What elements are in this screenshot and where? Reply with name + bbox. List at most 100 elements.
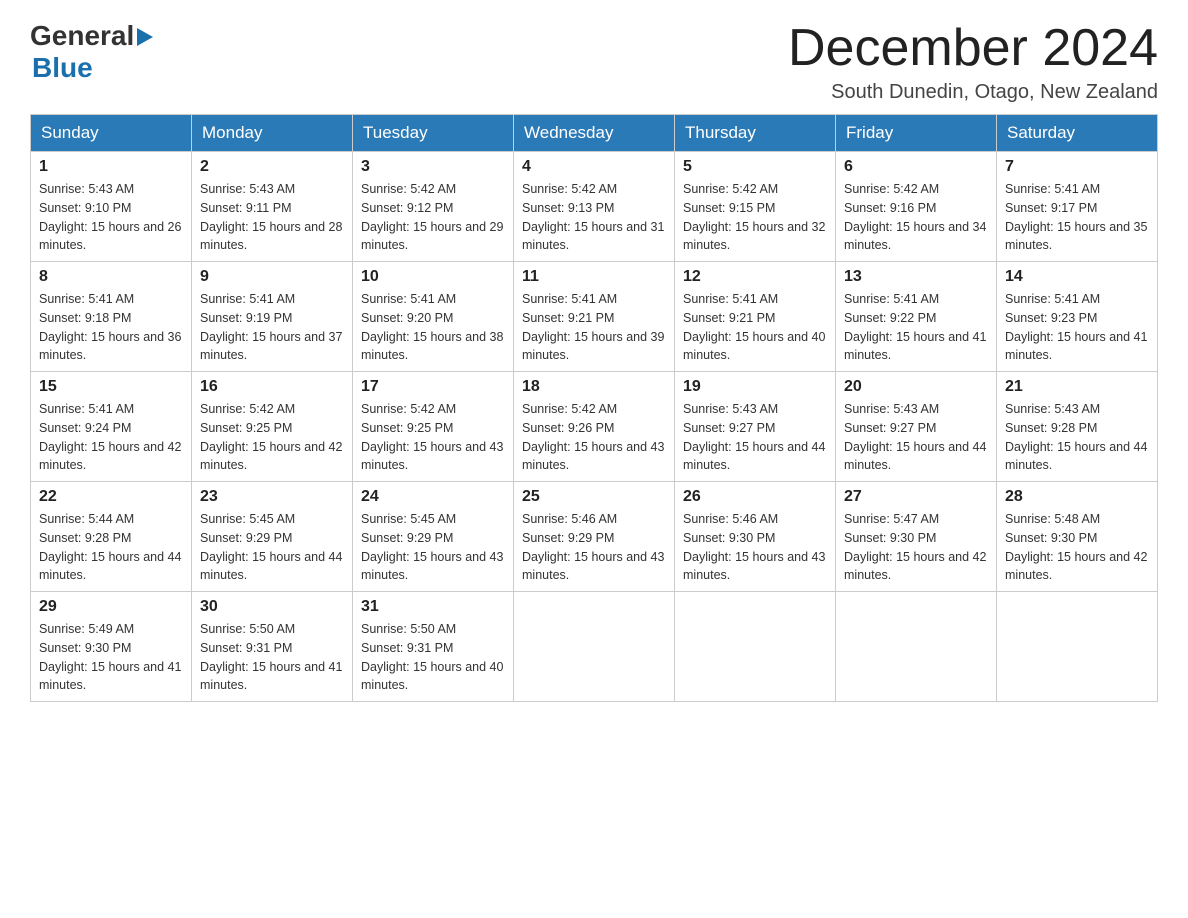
header-tuesday: Tuesday (353, 115, 514, 152)
day-number: 1 (39, 158, 183, 176)
day-info: Sunrise: 5:46 AM Sunset: 9:30 PM Dayligh… (683, 510, 827, 585)
day-number: 31 (361, 598, 505, 616)
day-info: Sunrise: 5:41 AM Sunset: 9:19 PM Dayligh… (200, 290, 344, 365)
sunset-label: Sunset: 9:18 PM (39, 311, 131, 325)
sunrise-label: Sunrise: 5:43 AM (1005, 402, 1100, 416)
daylight-label: Daylight: 15 hours and 43 minutes. (683, 550, 825, 583)
calendar-cell: 25 Sunrise: 5:46 AM Sunset: 9:29 PM Dayl… (514, 482, 675, 592)
daylight-label: Daylight: 15 hours and 43 minutes. (361, 550, 503, 583)
day-number: 25 (522, 488, 666, 506)
day-info: Sunrise: 5:44 AM Sunset: 9:28 PM Dayligh… (39, 510, 183, 585)
header-sunday: Sunday (31, 115, 192, 152)
page-title: December 2024 (788, 20, 1158, 77)
sunset-label: Sunset: 9:31 PM (361, 641, 453, 655)
day-number: 23 (200, 488, 344, 506)
sunset-label: Sunset: 9:21 PM (522, 311, 614, 325)
calendar-cell: 17 Sunrise: 5:42 AM Sunset: 9:25 PM Dayl… (353, 372, 514, 482)
calendar-cell: 27 Sunrise: 5:47 AM Sunset: 9:30 PM Dayl… (836, 482, 997, 592)
sunrise-label: Sunrise: 5:50 AM (200, 622, 295, 636)
day-number: 7 (1005, 158, 1149, 176)
sunrise-label: Sunrise: 5:41 AM (844, 292, 939, 306)
calendar-cell: 1 Sunrise: 5:43 AM Sunset: 9:10 PM Dayli… (31, 152, 192, 262)
sunrise-label: Sunrise: 5:41 AM (522, 292, 617, 306)
daylight-label: Daylight: 15 hours and 39 minutes. (522, 330, 664, 363)
sunrise-label: Sunrise: 5:44 AM (39, 512, 134, 526)
sunset-label: Sunset: 9:29 PM (522, 531, 614, 545)
week-row-2: 8 Sunrise: 5:41 AM Sunset: 9:18 PM Dayli… (31, 262, 1158, 372)
sunrise-label: Sunrise: 5:45 AM (200, 512, 295, 526)
day-info: Sunrise: 5:43 AM Sunset: 9:11 PM Dayligh… (200, 180, 344, 255)
calendar-cell: 6 Sunrise: 5:42 AM Sunset: 9:16 PM Dayli… (836, 152, 997, 262)
week-row-1: 1 Sunrise: 5:43 AM Sunset: 9:10 PM Dayli… (31, 152, 1158, 262)
day-number: 13 (844, 268, 988, 286)
sunset-label: Sunset: 9:30 PM (39, 641, 131, 655)
day-info: Sunrise: 5:43 AM Sunset: 9:27 PM Dayligh… (683, 400, 827, 475)
day-info: Sunrise: 5:42 AM Sunset: 9:16 PM Dayligh… (844, 180, 988, 255)
calendar-cell: 9 Sunrise: 5:41 AM Sunset: 9:19 PM Dayli… (192, 262, 353, 372)
day-info: Sunrise: 5:41 AM Sunset: 9:23 PM Dayligh… (1005, 290, 1149, 365)
daylight-label: Daylight: 15 hours and 29 minutes. (361, 220, 503, 253)
daylight-label: Daylight: 15 hours and 42 minutes. (844, 550, 986, 583)
sunrise-label: Sunrise: 5:43 AM (683, 402, 778, 416)
daylight-label: Daylight: 15 hours and 42 minutes. (1005, 550, 1147, 583)
sunrise-label: Sunrise: 5:46 AM (683, 512, 778, 526)
sunset-label: Sunset: 9:16 PM (844, 201, 936, 215)
day-number: 27 (844, 488, 988, 506)
sunset-label: Sunset: 9:28 PM (1005, 421, 1097, 435)
sunrise-label: Sunrise: 5:41 AM (1005, 292, 1100, 306)
sunrise-label: Sunrise: 5:46 AM (522, 512, 617, 526)
day-info: Sunrise: 5:41 AM Sunset: 9:24 PM Dayligh… (39, 400, 183, 475)
day-number: 30 (200, 598, 344, 616)
sunset-label: Sunset: 9:17 PM (1005, 201, 1097, 215)
calendar-cell: 15 Sunrise: 5:41 AM Sunset: 9:24 PM Dayl… (31, 372, 192, 482)
calendar-cell (514, 592, 675, 702)
sunrise-label: Sunrise: 5:43 AM (844, 402, 939, 416)
sunrise-label: Sunrise: 5:47 AM (844, 512, 939, 526)
calendar-cell: 7 Sunrise: 5:41 AM Sunset: 9:17 PM Dayli… (997, 152, 1158, 262)
day-number: 14 (1005, 268, 1149, 286)
sunset-label: Sunset: 9:28 PM (39, 531, 131, 545)
calendar-cell: 20 Sunrise: 5:43 AM Sunset: 9:27 PM Dayl… (836, 372, 997, 482)
day-number: 9 (200, 268, 344, 286)
calendar-cell: 26 Sunrise: 5:46 AM Sunset: 9:30 PM Dayl… (675, 482, 836, 592)
calendar-cell: 23 Sunrise: 5:45 AM Sunset: 9:29 PM Dayl… (192, 482, 353, 592)
sunrise-label: Sunrise: 5:41 AM (39, 292, 134, 306)
calendar-cell: 18 Sunrise: 5:42 AM Sunset: 9:26 PM Dayl… (514, 372, 675, 482)
day-number: 8 (39, 268, 183, 286)
daylight-label: Daylight: 15 hours and 44 minutes. (39, 550, 181, 583)
daylight-label: Daylight: 15 hours and 41 minutes. (39, 660, 181, 693)
logo-blue-text: Blue (32, 52, 93, 84)
sunrise-label: Sunrise: 5:42 AM (200, 402, 295, 416)
day-number: 20 (844, 378, 988, 396)
calendar-cell: 21 Sunrise: 5:43 AM Sunset: 9:28 PM Dayl… (997, 372, 1158, 482)
sunset-label: Sunset: 9:21 PM (683, 311, 775, 325)
calendar-cell: 12 Sunrise: 5:41 AM Sunset: 9:21 PM Dayl… (675, 262, 836, 372)
sunset-label: Sunset: 9:31 PM (200, 641, 292, 655)
calendar-cell (675, 592, 836, 702)
calendar-cell: 24 Sunrise: 5:45 AM Sunset: 9:29 PM Dayl… (353, 482, 514, 592)
sunset-label: Sunset: 9:30 PM (844, 531, 936, 545)
day-number: 12 (683, 268, 827, 286)
calendar-cell: 8 Sunrise: 5:41 AM Sunset: 9:18 PM Dayli… (31, 262, 192, 372)
daylight-label: Daylight: 15 hours and 43 minutes. (522, 440, 664, 473)
sunrise-label: Sunrise: 5:41 AM (200, 292, 295, 306)
day-number: 16 (200, 378, 344, 396)
daylight-label: Daylight: 15 hours and 44 minutes. (844, 440, 986, 473)
day-info: Sunrise: 5:41 AM Sunset: 9:20 PM Dayligh… (361, 290, 505, 365)
day-info: Sunrise: 5:47 AM Sunset: 9:30 PM Dayligh… (844, 510, 988, 585)
day-number: 3 (361, 158, 505, 176)
calendar-header-row: Sunday Monday Tuesday Wednesday Thursday… (31, 115, 1158, 152)
day-number: 2 (200, 158, 344, 176)
day-info: Sunrise: 5:46 AM Sunset: 9:29 PM Dayligh… (522, 510, 666, 585)
day-number: 29 (39, 598, 183, 616)
sunrise-label: Sunrise: 5:48 AM (1005, 512, 1100, 526)
sunset-label: Sunset: 9:27 PM (683, 421, 775, 435)
day-info: Sunrise: 5:49 AM Sunset: 9:30 PM Dayligh… (39, 620, 183, 695)
day-number: 26 (683, 488, 827, 506)
header-thursday: Thursday (675, 115, 836, 152)
sunrise-label: Sunrise: 5:42 AM (683, 182, 778, 196)
daylight-label: Daylight: 15 hours and 41 minutes. (1005, 330, 1147, 363)
day-info: Sunrise: 5:43 AM Sunset: 9:27 PM Dayligh… (844, 400, 988, 475)
day-number: 10 (361, 268, 505, 286)
logo: General Blue (30, 20, 153, 84)
